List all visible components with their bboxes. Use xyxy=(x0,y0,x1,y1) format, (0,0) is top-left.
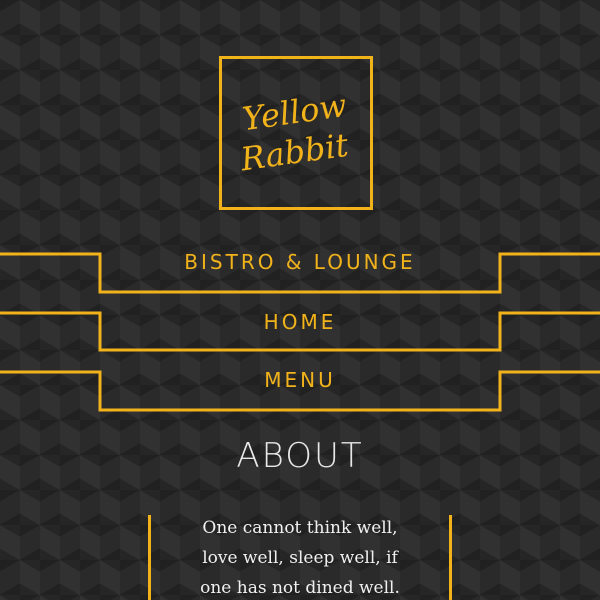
nav-item-menu[interactable]: MENU xyxy=(100,368,500,392)
logo[interactable]: Yellow Rabbit xyxy=(219,56,373,210)
quote-line: love well, sleep well, if xyxy=(202,548,398,568)
quote-line: One cannot think well, xyxy=(202,518,398,538)
about-heading: ABOUT xyxy=(236,436,364,476)
quote-line: one has not dined well. xyxy=(200,578,400,598)
nav-item-home[interactable]: HOME xyxy=(100,310,500,334)
logo-mark: Yellow Rabbit xyxy=(237,86,350,179)
nav-item-bistro-lounge[interactable]: BISTRO & LOUNGE xyxy=(100,250,500,274)
